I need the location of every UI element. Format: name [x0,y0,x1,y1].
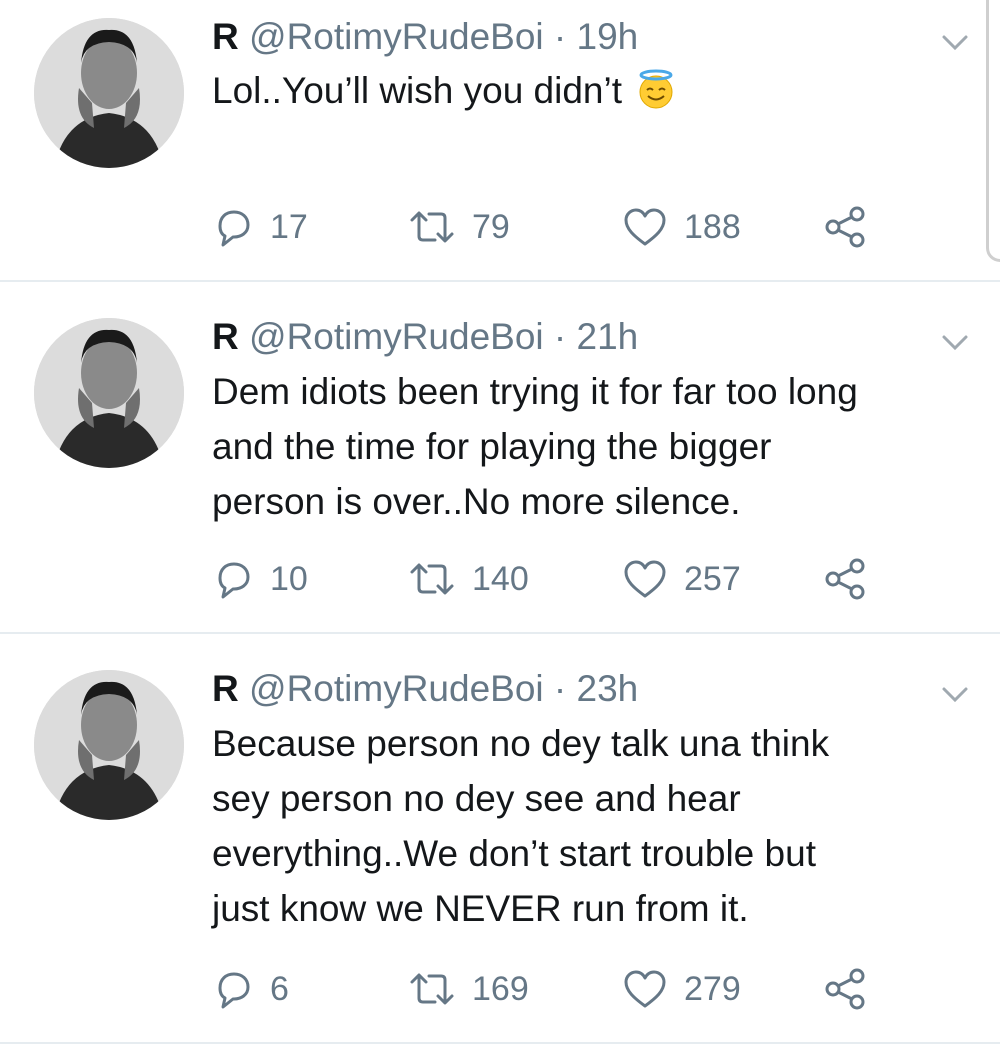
user-handle[interactable]: @RotimyRudeBoi [249,316,544,357]
tweet-text-line: person is over..No more silence. [212,481,741,522]
display-name[interactable]: R [212,316,239,357]
retweet-icon [410,973,454,1005]
reply-count: 10 [270,559,308,598]
avatar-image [34,670,184,820]
reply-count: 6 [270,969,289,1008]
tweet-text: Dem idiots been trying it for far too lo… [212,364,972,529]
user-handle[interactable]: @RotimyRudeBoi [249,668,544,709]
tweet-text-line: sey person no dey see and hear [212,778,741,819]
chevron-down-icon[interactable] [940,330,970,354]
heart-icon [624,208,666,246]
separator-dot: · [553,16,567,57]
share-icon [825,968,865,1010]
reply-button[interactable]: 17 [212,202,308,252]
like-button[interactable]: 279 [622,964,741,1014]
reply-icon [218,210,250,247]
reply-button[interactable]: 6 [212,964,289,1014]
heart-icon [624,560,666,598]
tweet-actions: 17 79 188 [212,202,912,252]
retweet-count: 140 [472,559,529,598]
share-button[interactable] [824,964,868,1014]
tweet-3[interactable]: R @RotimyRudeBoi · 23h Because person no… [0,634,1000,1044]
reply-icon [218,972,250,1009]
tweet-header: R @RotimyRudeBoi · 23h [212,666,638,712]
chevron-down-icon[interactable] [940,682,970,706]
retweet-count: 79 [472,207,510,246]
share-button[interactable] [824,202,868,252]
avatar[interactable] [34,318,184,468]
avatar[interactable] [34,18,184,168]
like-count: 188 [684,207,741,246]
reply-icon [218,562,250,599]
scrollbar[interactable] [986,0,1000,262]
retweet-button[interactable]: 140 [408,554,529,604]
user-handle[interactable]: @RotimyRudeBoi [249,16,544,57]
share-button[interactable] [824,554,868,604]
tweet-text: Lol..You’ll wish you didn’t [212,63,972,118]
reply-button[interactable]: 10 [212,554,308,604]
chevron-down-icon[interactable] [940,30,970,54]
like-count: 257 [684,559,741,598]
avatar-image [34,18,184,168]
tweet-header: R @RotimyRudeBoi · 21h [212,314,638,360]
retweet-button[interactable]: 169 [408,964,529,1014]
like-button[interactable]: 257 [622,554,741,604]
separator-dot: · [553,316,567,357]
reply-count: 17 [270,207,308,246]
tweet-text-line: and the time for playing the bigger [212,426,772,467]
smiling-face-with-halo-icon [639,69,673,109]
heart-icon [624,970,666,1008]
tweet-text-content: Lol..You’ll wish you didn’t [212,70,622,111]
tweet-text-line: everything..We don’t start trouble but [212,833,816,874]
like-count: 279 [684,969,741,1008]
retweet-count: 169 [472,969,529,1008]
separator-dot: · [553,668,567,709]
timestamp[interactable]: 19h [577,16,639,57]
avatar[interactable] [34,670,184,820]
tweet-2[interactable]: R @RotimyRudeBoi · 21h Dem idiots been t… [0,282,1000,634]
retweet-icon [410,563,454,595]
retweet-icon [410,211,454,243]
retweet-button[interactable]: 79 [408,202,510,252]
share-icon [825,558,865,600]
tweet-text-line: just know we NEVER run from it. [212,888,749,929]
tweet-1[interactable]: R @RotimyRudeBoi · 19h Lol..You’ll wish … [0,0,1000,282]
timestamp[interactable]: 23h [577,668,639,709]
tweet-actions: 6 169 279 [212,964,912,1014]
display-name[interactable]: R [212,16,239,57]
tweet-header: R @RotimyRudeBoi · 19h [212,14,638,60]
display-name[interactable]: R [212,668,239,709]
timestamp[interactable]: 21h [577,316,639,357]
like-button[interactable]: 188 [622,202,741,252]
tweet-text-line: Dem idiots been trying it for far too lo… [212,371,858,412]
share-icon [825,206,865,248]
avatar-image [34,318,184,468]
tweet-text: Because person no dey talk una think sey… [212,716,972,936]
tweet-text-line: Because person no dey talk una think [212,723,830,764]
tweet-actions: 10 140 257 [212,554,912,604]
